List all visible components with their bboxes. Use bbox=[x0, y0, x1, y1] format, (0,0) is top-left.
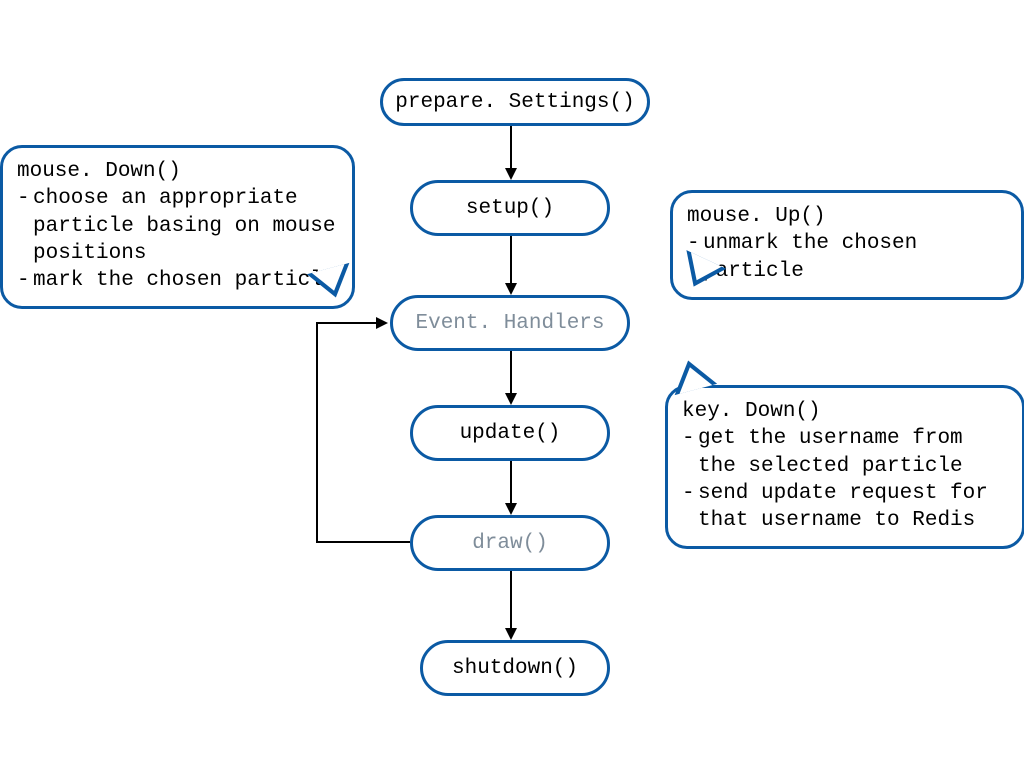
callout-title: mouse. Down() bbox=[17, 158, 338, 185]
node-label: setup() bbox=[466, 197, 554, 220]
list-item: get the username from the selected parti… bbox=[682, 425, 1008, 480]
callout-list: unmark the chosen particle bbox=[687, 230, 1007, 285]
callout-key-down: key. Down() get the username from the se… bbox=[665, 385, 1024, 549]
callout-list: get the username from the selected parti… bbox=[682, 425, 1008, 534]
callout-mouse-down: mouse. Down() choose an appropriate part… bbox=[0, 145, 355, 309]
node-update: update() bbox=[410, 405, 610, 461]
arrow-down bbox=[510, 461, 512, 513]
node-label: shutdown() bbox=[452, 657, 578, 680]
node-prepare-settings: prepare. Settings() bbox=[380, 78, 650, 126]
loop-edge bbox=[316, 322, 378, 324]
node-label: update() bbox=[460, 422, 561, 445]
arrow-down bbox=[510, 236, 512, 293]
list-item: unmark the chosen particle bbox=[687, 230, 1007, 285]
callout-title: key. Down() bbox=[682, 398, 1008, 425]
list-item: mark the chosen particle bbox=[17, 267, 338, 294]
loop-edge bbox=[316, 541, 410, 543]
callout-title: mouse. Up() bbox=[687, 203, 1007, 230]
arrow-down bbox=[510, 571, 512, 638]
arrow-down bbox=[510, 126, 512, 178]
loop-edge bbox=[316, 323, 318, 543]
arrow-down bbox=[510, 351, 512, 403]
node-shutdown: shutdown() bbox=[420, 640, 610, 696]
node-setup: setup() bbox=[410, 180, 610, 236]
node-label: draw() bbox=[472, 532, 548, 555]
node-label: prepare. Settings() bbox=[395, 91, 634, 114]
callout-mouse-up: mouse. Up() unmark the chosen particle bbox=[670, 190, 1024, 300]
node-label: Event. Handlers bbox=[415, 312, 604, 335]
list-item: choose an appropriate particle basing on… bbox=[17, 185, 338, 267]
node-draw: draw() bbox=[410, 515, 610, 571]
callout-list: choose an appropriate particle basing on… bbox=[17, 185, 338, 294]
node-event-handlers: Event. Handlers bbox=[390, 295, 630, 351]
list-item: send update request for that username to… bbox=[682, 480, 1008, 535]
loop-arrowhead bbox=[376, 317, 388, 329]
